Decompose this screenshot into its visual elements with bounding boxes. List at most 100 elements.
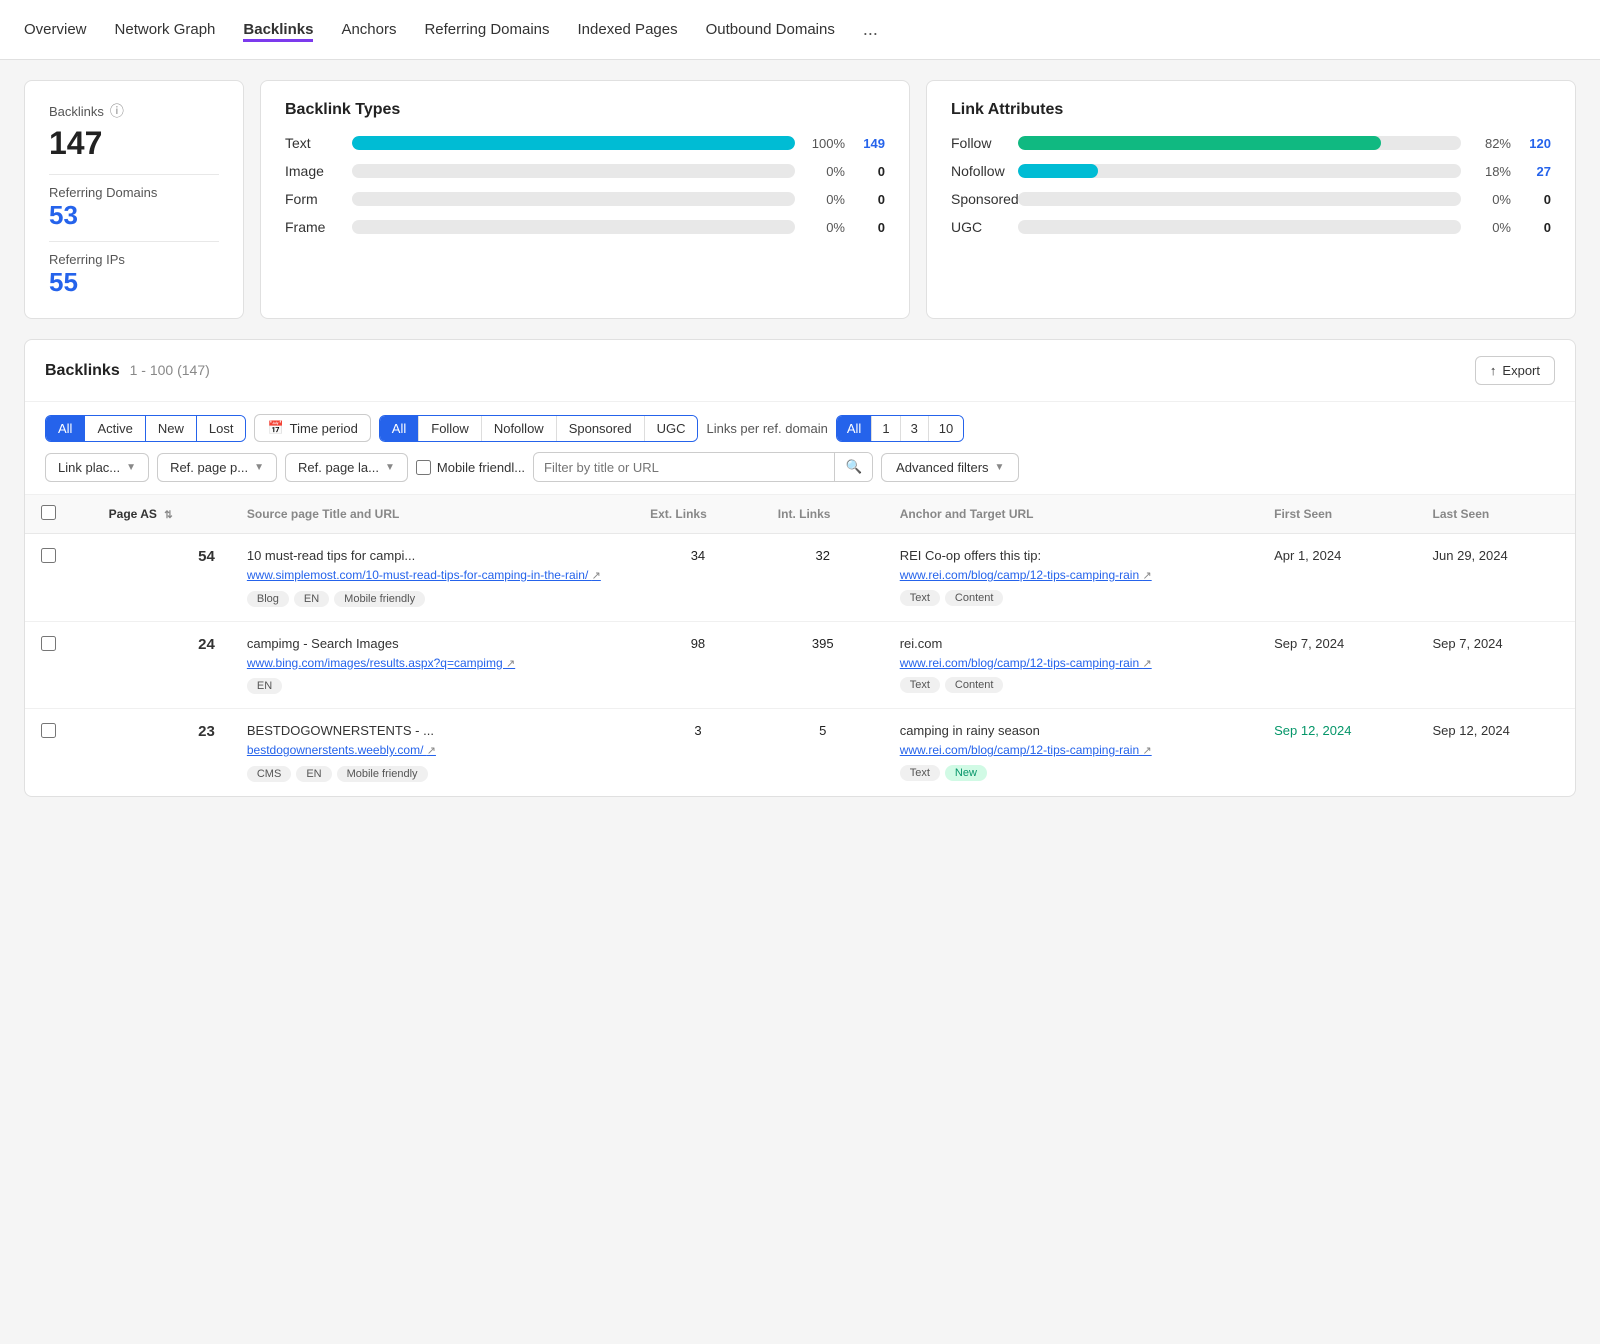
row-checkbox[interactable]: [41, 636, 56, 651]
anchor-url[interactable]: www.rei.com/blog/camp/12-tips-camping-ra…: [900, 566, 1242, 585]
table-row: 54 10 must-read tips for campi... www.si…: [25, 534, 1575, 622]
filter-row-2: Link plac... ▼ Ref. page p... ▼ Ref. pag…: [45, 452, 1555, 482]
link-attr-row: Sponsored 0% 0: [951, 191, 1551, 207]
backlink-types-rows: Text 100% 149 Image 0% 0 Form 0% 0 Frame: [285, 135, 885, 235]
page-as-cell: 24: [93, 621, 231, 709]
info-icon: ⓘ: [110, 101, 124, 121]
bar-pct: 0%: [1473, 220, 1511, 235]
mobile-friendly-checkbox[interactable]: [416, 460, 431, 475]
nav-item-indexed-pages[interactable]: Indexed Pages: [578, 17, 678, 42]
bar-pct: 0%: [807, 220, 845, 235]
backlinks-value: 147: [49, 125, 219, 162]
table-section: Backlinks 1 - 100 (147) ↑ Export All Act…: [24, 339, 1576, 797]
status-all-button[interactable]: All: [46, 416, 85, 441]
bar-count: 0: [857, 192, 885, 207]
anchor-tags: TextContent: [900, 590, 1242, 606]
table-header-row: Page AS ⇅ Source page Title and URL Ext.…: [25, 495, 1575, 534]
select-all-checkbox[interactable]: [41, 505, 56, 520]
source-title: BESTDOGOWNERSTENTS - ...: [247, 723, 618, 738]
status-lost-button[interactable]: Lost: [197, 416, 246, 441]
search-button[interactable]: 🔍: [834, 453, 872, 481]
th-page-as[interactable]: Page AS ⇅: [93, 495, 231, 534]
link-type-all-button[interactable]: All: [380, 416, 419, 441]
last-seen-date: Jun 29, 2024: [1433, 548, 1508, 563]
anchor-url[interactable]: www.rei.com/blog/camp/12-tips-camping-ra…: [900, 654, 1242, 673]
links-per-all-button[interactable]: All: [837, 416, 872, 441]
bar-fill: [352, 136, 795, 150]
search-input[interactable]: [534, 454, 834, 481]
table-count: 1 - 100 (147): [130, 362, 210, 378]
status-filter-group: All Active New Lost: [45, 415, 246, 442]
external-link-icon: ↗: [506, 658, 515, 670]
nav-item-backlinks[interactable]: Backlinks: [243, 17, 313, 42]
source-url[interactable]: www.bing.com/images/results.aspx?q=campi…: [247, 654, 618, 673]
anchor-url[interactable]: www.rei.com/blog/camp/12-tips-camping-ra…: [900, 741, 1242, 760]
link-type-nofollow-button[interactable]: Nofollow: [482, 416, 557, 441]
anchor-tag: New: [945, 765, 987, 781]
bar-count: 27: [1523, 164, 1551, 179]
ref-page-p-dropdown[interactable]: Ref. page p... ▼: [157, 453, 277, 482]
nav-item-overview[interactable]: Overview: [24, 17, 87, 42]
link-type-ugc-button[interactable]: UGC: [645, 416, 698, 441]
export-icon: ↑: [1490, 363, 1497, 378]
summary-card: Backlinks ⓘ 147 Referring Domains 53 Ref…: [24, 80, 244, 319]
row-checkbox[interactable]: [41, 548, 56, 563]
row-checkbox[interactable]: [41, 723, 56, 738]
link-placement-dropdown[interactable]: Link plac... ▼: [45, 453, 149, 482]
filter-bar: All Active New Lost 📅 Time period All Fo…: [25, 402, 1575, 495]
status-new-button[interactable]: New: [146, 416, 197, 441]
search-icon: 🔍: [845, 459, 862, 474]
last-seen-date: Sep 12, 2024: [1433, 723, 1510, 738]
first-seen-cell: Sep 7, 2024: [1258, 621, 1416, 709]
ref-page-la-dropdown[interactable]: Ref. page la... ▼: [285, 453, 408, 482]
nav-item-referring-domains[interactable]: Referring Domains: [424, 17, 549, 42]
source-url[interactable]: www.simplemost.com/10-must-read-tips-for…: [247, 566, 618, 585]
bar-pct: 18%: [1473, 164, 1511, 179]
top-nav: Overview Network Graph Backlinks Anchors…: [0, 0, 1600, 60]
source-tag: EN: [247, 678, 282, 694]
nav-item-network-graph[interactable]: Network Graph: [115, 17, 216, 42]
bar-count: 120: [1523, 136, 1551, 151]
search-input-wrap: 🔍: [533, 452, 873, 482]
links-per-3-button[interactable]: 3: [901, 416, 929, 441]
bar-label: Image: [285, 163, 340, 179]
export-button[interactable]: ↑ Export: [1475, 356, 1555, 385]
page-as-value: 24: [109, 636, 215, 653]
int-links-cell: 32: [762, 534, 884, 622]
mobile-friendly-checkbox-label[interactable]: Mobile friendl...: [416, 460, 525, 475]
bar-track: [1018, 220, 1461, 234]
backlink-type-row: Image 0% 0: [285, 163, 885, 179]
backlink-types-card: Backlink Types Text 100% 149 Image 0% 0 …: [260, 80, 910, 319]
source-cell: campimg - Search Images www.bing.com/ima…: [231, 621, 634, 709]
link-attributes-title: Link Attributes: [951, 101, 1551, 119]
backlink-type-row: Text 100% 149: [285, 135, 885, 151]
int-links-cell: 5: [762, 709, 884, 796]
link-attr-row: Follow 82% 120: [951, 135, 1551, 151]
nav-item-outbound-domains[interactable]: Outbound Domains: [706, 17, 835, 42]
page-as-cell: 54: [93, 534, 231, 622]
filter-row-1: All Active New Lost 📅 Time period All Fo…: [45, 414, 1555, 442]
link-type-sponsored-button[interactable]: Sponsored: [557, 416, 645, 441]
th-ext-links: Ext. Links: [634, 495, 762, 534]
bar-label: Form: [285, 191, 340, 207]
bar-count: 0: [1523, 220, 1551, 235]
time-period-button[interactable]: 📅 Time period: [254, 414, 370, 442]
referring-ips-value: 55: [49, 267, 219, 298]
nav-more-button[interactable]: ...: [863, 19, 878, 40]
nav-item-anchors[interactable]: Anchors: [341, 17, 396, 42]
bar-label: Sponsored: [951, 191, 1006, 207]
backlinks-table: Page AS ⇅ Source page Title and URL Ext.…: [25, 495, 1575, 796]
bar-track: [352, 164, 795, 178]
status-active-button[interactable]: Active: [85, 416, 145, 441]
last-seen-cell: Sep 7, 2024: [1417, 621, 1575, 709]
anchor-tag: Text: [900, 677, 940, 693]
advanced-filters-button[interactable]: Advanced filters ▼: [881, 453, 1019, 482]
source-url[interactable]: bestdogownerstents.weebly.com/ ↗: [247, 741, 618, 760]
links-per-1-button[interactable]: 1: [872, 416, 900, 441]
external-link-icon: ↗: [1142, 570, 1151, 582]
bar-count: 0: [1523, 192, 1551, 207]
last-seen-cell: Jun 29, 2024: [1417, 534, 1575, 622]
links-per-10-button[interactable]: 10: [929, 416, 963, 441]
page-as-value: 54: [109, 548, 215, 565]
link-type-follow-button[interactable]: Follow: [419, 416, 482, 441]
